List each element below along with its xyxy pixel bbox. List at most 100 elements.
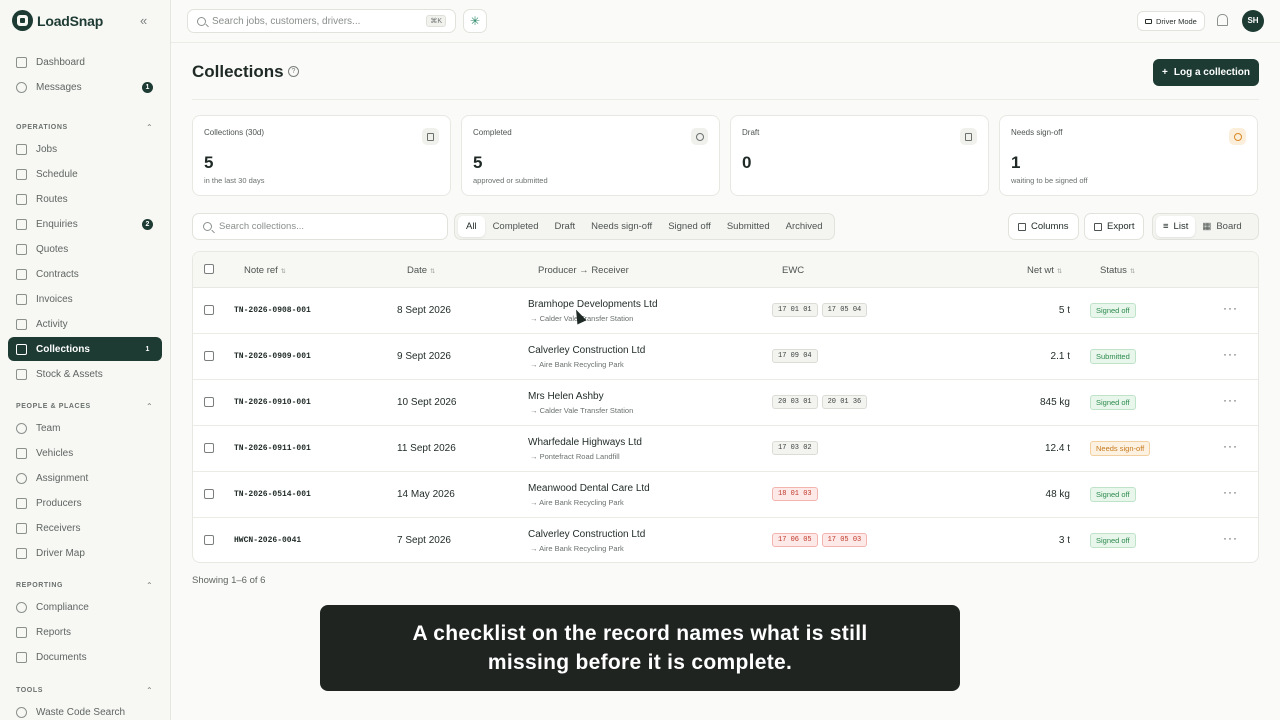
collections-search[interactable] [192, 213, 448, 240]
sidebar-item-enquiries[interactable]: Enquiries 2 [8, 212, 162, 236]
chevron-up-icon[interactable]: ⌃ [146, 123, 153, 132]
brand[interactable]: LoadSnap [12, 10, 103, 31]
sidebar-item-activity[interactable]: Activity [8, 312, 162, 336]
row-checkbox[interactable] [204, 351, 214, 361]
chevron-up-icon[interactable]: ⌃ [146, 686, 153, 695]
sidebar-item-label: Routes [36, 193, 68, 205]
table-row[interactable]: TN-2026-0909-001 9 Sept 2026 Calverley C… [193, 334, 1258, 380]
sidebar-item-contracts[interactable]: Contracts [8, 262, 162, 286]
sidebar-item-label: Compliance [36, 601, 89, 613]
sidebar-item-assignment[interactable]: Assignment [8, 466, 162, 490]
sidebar-item-messages[interactable]: Messages 1 [8, 75, 162, 99]
column-date[interactable]: Date ⇅ [407, 265, 435, 276]
user-avatar[interactable]: SH [1242, 10, 1264, 32]
collections-table: Note ref ⇅ Date ⇅ Producer → Receiver EWC … [192, 251, 1259, 563]
column-status[interactable]: Status ⇅ [1100, 265, 1135, 276]
chevron-up-icon[interactable]: ⌃ [146, 581, 153, 590]
sidebar-item-invoices[interactable]: Invoices [8, 287, 162, 311]
table-row[interactable]: TN-2026-0911-001 11 Sept 2026 Wharfedale… [193, 426, 1258, 472]
sidebar-item-documents[interactable]: Documents [8, 645, 162, 669]
filter-submitted[interactable]: Submitted [719, 216, 778, 237]
chevron-up-icon[interactable]: ⌃ [146, 402, 153, 411]
row-date: 11 Sept 2026 [397, 443, 456, 454]
note-ref[interactable]: TN-2026-0911-001 [234, 444, 311, 453]
quote-icon [16, 243, 27, 255]
sidebar-item-label: Collections [36, 343, 90, 355]
help-icon[interactable]: ? [288, 66, 299, 77]
sidebar-item-vehicles[interactable]: Vehicles [8, 441, 162, 465]
table-row[interactable]: TN-2026-0908-001 8 Sept 2026 Bramhope De… [193, 288, 1258, 334]
sidebar-item-quotes[interactable]: Quotes [8, 237, 162, 261]
column-label: EWC [782, 265, 805, 276]
sidebar-item-team[interactable]: Team [8, 416, 162, 440]
sidebar-item-reports[interactable]: Reports [8, 620, 162, 644]
net-weight: 3 t [1058, 535, 1070, 546]
row-more-icon[interactable]: ··· [1223, 347, 1238, 361]
view-list[interactable]: ≡ List [1156, 216, 1196, 237]
filter-all[interactable]: All [458, 216, 485, 237]
section-label-operations: OPERATIONS [16, 124, 68, 131]
sidebar-item-collections[interactable]: Collections 1 [8, 337, 162, 361]
driver-mode-button[interactable]: Driver Mode [1137, 11, 1205, 31]
export-button[interactable]: Export [1084, 213, 1145, 240]
sidebar-item-driver-map[interactable]: Driver Map [8, 541, 162, 565]
column-note-ref[interactable]: Note ref ⇅ [244, 265, 286, 276]
truck-icon [16, 447, 27, 459]
row-checkbox[interactable] [204, 535, 214, 545]
ewc-codes: 17 06 05 17 05 03 [772, 533, 868, 547]
row-checkbox[interactable] [204, 305, 214, 315]
producer-name: Bramhope Developments Ltd [528, 299, 658, 310]
ewc-code: 20 03 01 [772, 395, 818, 409]
sidebar-item-compliance[interactable]: Compliance [8, 595, 162, 619]
notification-bell-icon[interactable] [1217, 14, 1228, 26]
sidebar-item-producers[interactable]: Producers [8, 491, 162, 515]
row-more-icon[interactable]: ··· [1223, 393, 1238, 407]
filter-archived[interactable]: Archived [778, 216, 831, 237]
note-ref[interactable]: HWCN-2026-0041 [234, 536, 301, 545]
row-more-icon[interactable]: ··· [1223, 439, 1238, 453]
row-more-icon[interactable]: ··· [1223, 485, 1238, 499]
row-more-icon[interactable]: ··· [1223, 301, 1238, 315]
filter-signed-off[interactable]: Signed off [660, 216, 719, 237]
table-row[interactable]: TN-2026-0910-001 10 Sept 2026 Mrs Helen … [193, 380, 1258, 426]
select-all-checkbox[interactable] [204, 264, 214, 274]
global-search[interactable]: ⌘K [187, 9, 456, 33]
filter-needs-signoff[interactable]: Needs sign-off [583, 216, 660, 237]
sidebar-item-receivers[interactable]: Receivers [8, 516, 162, 540]
collections-search-input[interactable] [219, 221, 439, 232]
row-checkbox[interactable] [204, 489, 214, 499]
document-icon [422, 128, 439, 145]
collapse-sidebar-icon[interactable]: « [140, 13, 147, 28]
sidebar-item-jobs[interactable]: Jobs [8, 137, 162, 161]
note-ref[interactable]: TN-2026-0514-001 [234, 490, 311, 499]
note-ref[interactable]: TN-2026-0908-001 [234, 306, 311, 315]
filter-completed[interactable]: Completed [485, 216, 547, 237]
note-ref[interactable]: TN-2026-0909-001 [234, 352, 311, 361]
log-collection-button[interactable]: + Log a collection [1153, 59, 1259, 86]
sidebar-item-dashboard[interactable]: Dashboard [8, 50, 162, 74]
ewc-code-hazardous: 17 06 05 [772, 533, 818, 547]
messages-count-badge: 1 [142, 82, 153, 93]
note-ref[interactable]: TN-2026-0910-001 [234, 398, 311, 407]
columns-button[interactable]: Columns [1008, 213, 1079, 240]
table-row[interactable]: HWCN-2026-0041 7 Sept 2026 Calverley Con… [193, 518, 1258, 562]
filter-draft[interactable]: Draft [547, 216, 584, 237]
sidebar-item-schedule[interactable]: Schedule [8, 162, 162, 186]
view-board[interactable]: ▦ Board [1195, 216, 1248, 237]
sidebar-item-routes[interactable]: Routes [8, 187, 162, 211]
sidebar-item-stock-assets[interactable]: Stock & Assets [8, 362, 162, 386]
ai-assistant-button[interactable]: ✳ [463, 9, 487, 33]
table-row[interactable]: TN-2026-0514-001 14 May 2026 Meanwood De… [193, 472, 1258, 518]
row-more-icon[interactable]: ··· [1223, 531, 1238, 545]
row-checkbox[interactable] [204, 397, 214, 407]
sidebar-item-waste-code-search[interactable]: Waste Code Search [8, 700, 162, 720]
calendar-icon [16, 168, 27, 180]
column-label: Status [1100, 265, 1127, 276]
column-label: Producer → Receiver [538, 265, 629, 276]
truck-icon [1145, 18, 1152, 24]
ewc-code-hazardous: 17 05 03 [821, 533, 868, 547]
global-search-input[interactable] [212, 15, 422, 27]
column-net-wt[interactable]: Net wt ⇅ [1027, 265, 1062, 276]
row-checkbox[interactable] [204, 443, 214, 453]
producer-name: Wharfedale Highways Ltd [528, 437, 642, 448]
